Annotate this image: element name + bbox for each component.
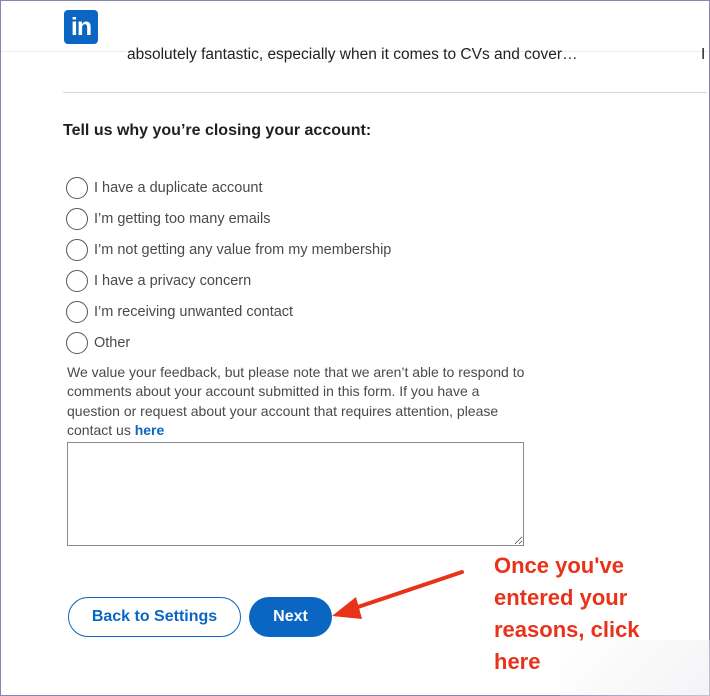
corner-shadow xyxy=(560,640,710,696)
annotation-line: entered your xyxy=(494,585,628,610)
arrow-head xyxy=(332,597,362,619)
arrow-shaft xyxy=(350,570,464,611)
annotation-line: Once you've xyxy=(494,553,624,578)
